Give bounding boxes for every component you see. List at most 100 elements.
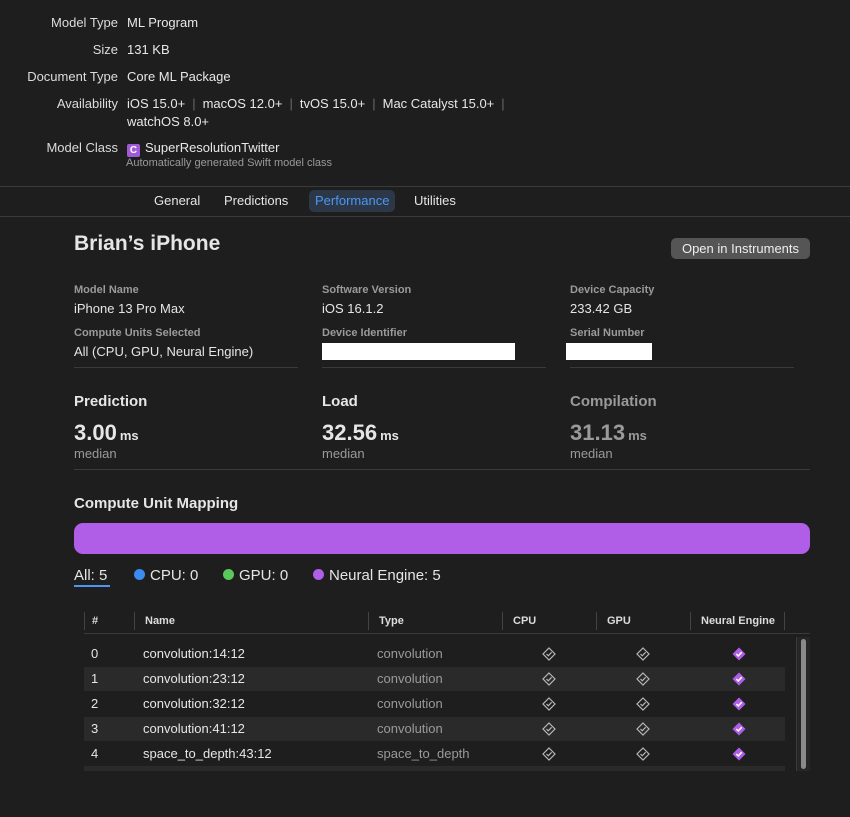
divider	[0, 216, 850, 217]
software-version-value: iOS 16.1.2	[322, 301, 384, 316]
device-capacity-value: 233.42 GB	[570, 301, 633, 316]
load-sub: median	[322, 446, 365, 461]
separator: |	[501, 96, 505, 111]
compute-units-value: All (CPU, GPU, Neural Engine)	[74, 344, 254, 359]
compute-unit-mapping-bar	[74, 523, 810, 554]
model-type-value: ML Program	[127, 15, 199, 30]
filter-cpu[interactable]: CPU: 0	[134, 567, 198, 584]
row-name: convolution:14:12	[143, 646, 245, 661]
row-name: convolution:41:12	[143, 721, 245, 736]
document-type-value: Core ML Package	[127, 69, 231, 84]
neural-engine-check-icon	[732, 697, 746, 711]
compilation-title: Compilation	[570, 393, 657, 410]
neural-engine-check-icon	[732, 647, 746, 661]
column-header-neural-engine[interactable]: Neural Engine	[701, 615, 775, 627]
row-name: convolution:32:12	[143, 696, 245, 711]
availability-tvos: tvOS 15.0+	[299, 96, 366, 111]
gpu-unsupported-icon	[636, 722, 650, 736]
gpu-unsupported-icon	[636, 697, 650, 711]
tab-general[interactable]: General	[148, 190, 206, 212]
cpu-unsupported-icon	[542, 722, 556, 736]
load-value: 32.56 ms	[322, 420, 399, 445]
gpu-unsupported-icon	[636, 672, 650, 686]
scrollbar-thumb[interactable]	[801, 639, 806, 769]
device-identifier-label: Device Identifier	[322, 327, 407, 339]
table-row[interactable]: 1 convolution:23:12 convolution	[84, 667, 785, 691]
column-header-gpu[interactable]: GPU	[607, 615, 631, 627]
table-row[interactable]: 2 convolution:32:12 convolution	[84, 692, 785, 716]
row-name: convolution:23:12	[143, 671, 245, 686]
divider	[570, 367, 794, 368]
row-type: convolution	[377, 671, 443, 686]
tab-performance[interactable]: Performance	[309, 190, 396, 212]
model-class-note: Automatically generated Swift model clas…	[126, 157, 333, 169]
availability-ios: iOS 15.0+	[127, 96, 186, 111]
tab-utilities[interactable]: Utilities	[408, 190, 462, 212]
availability-label: Availability	[56, 96, 118, 111]
neural-engine-check-icon	[732, 722, 746, 736]
open-in-instruments-button[interactable]: Open in Instruments	[671, 238, 810, 259]
neural-engine-check-icon	[732, 672, 746, 686]
column-divider	[690, 612, 691, 630]
model-type-label: Model Type	[51, 15, 118, 30]
cpu-unsupported-icon	[542, 697, 556, 711]
column-divider	[596, 612, 597, 630]
divider	[84, 633, 810, 634]
availability-line-1: iOS 15.0+ | macOS 12.0+ | tvOS 15.0+ | Mac Cat…	[127, 96, 512, 111]
size-value: 131 KB	[127, 42, 170, 57]
model-name-value: iPhone 13 Pro Max	[74, 301, 185, 316]
compilation-value: 31.13 ms	[570, 420, 647, 445]
row-type: space_to_depth	[377, 746, 470, 761]
row-type: convolution	[377, 646, 443, 661]
column-divider	[368, 612, 369, 630]
filter-gpu[interactable]: GPU: 0	[223, 567, 288, 584]
divider	[322, 367, 546, 368]
filter-all-underline	[74, 585, 110, 587]
model-class-value[interactable]: C SuperResolutionTwitter	[127, 140, 279, 157]
availability-watchos: watchOS 8.0+	[127, 114, 210, 129]
filter-neural-engine[interactable]: Neural Engine: 5	[313, 567, 441, 584]
row-index: 2	[91, 696, 99, 711]
column-divider	[784, 612, 785, 630]
device-capacity-label: Device Capacity	[570, 284, 655, 296]
neural-engine-check-icon	[732, 747, 746, 761]
table-row[interactable]: 4 space_to_depth:43:12 space_to_depth	[84, 742, 785, 766]
row-type: convolution	[377, 721, 443, 736]
prediction-title: Prediction	[74, 393, 148, 410]
gpu-unsupported-icon	[636, 647, 650, 661]
prediction-value: 3.00 ms	[74, 420, 139, 445]
serial-number-label: Serial Number	[570, 327, 645, 339]
column-divider	[84, 612, 85, 630]
column-divider	[134, 612, 135, 630]
device-identifier-redaction	[322, 343, 515, 360]
filter-all[interactable]: All: 5	[74, 567, 107, 584]
table-row[interactable]: 3 convolution:41:12 convolution	[84, 717, 785, 741]
row-name: space_to_depth:43:12	[143, 746, 272, 761]
size-label: Size	[92, 42, 118, 57]
neural-engine-dot-icon	[313, 569, 324, 580]
column-header-type[interactable]: Type	[379, 615, 404, 627]
divider	[0, 186, 850, 187]
load-title: Load	[322, 393, 358, 410]
tab-predictions[interactable]: Predictions	[218, 190, 294, 212]
table-row-partial	[84, 766, 785, 771]
serial-number-redaction	[566, 343, 652, 360]
model-class-name[interactable]: SuperResolutionTwitter	[145, 140, 279, 155]
column-divider	[502, 612, 503, 630]
cpu-unsupported-icon	[542, 647, 556, 661]
compilation-sub: median	[570, 446, 613, 461]
gpu-unsupported-icon	[636, 747, 650, 761]
row-type: convolution	[377, 696, 443, 711]
cpu-dot-icon	[134, 569, 145, 580]
column-header-index[interactable]: #	[92, 615, 98, 627]
prediction-sub: median	[74, 446, 117, 461]
cpu-unsupported-icon	[542, 747, 556, 761]
table-scrollbar[interactable]	[796, 637, 810, 771]
compute-unit-mapping-title: Compute Unit Mapping	[74, 495, 239, 512]
separator: |	[289, 96, 293, 111]
row-index: 1	[91, 671, 99, 686]
table-row[interactable]: 0 convolution:14:12 convolution	[84, 642, 785, 666]
column-header-cpu[interactable]: CPU	[513, 615, 536, 627]
column-header-name[interactable]: Name	[145, 615, 175, 627]
row-index: 0	[91, 646, 99, 661]
